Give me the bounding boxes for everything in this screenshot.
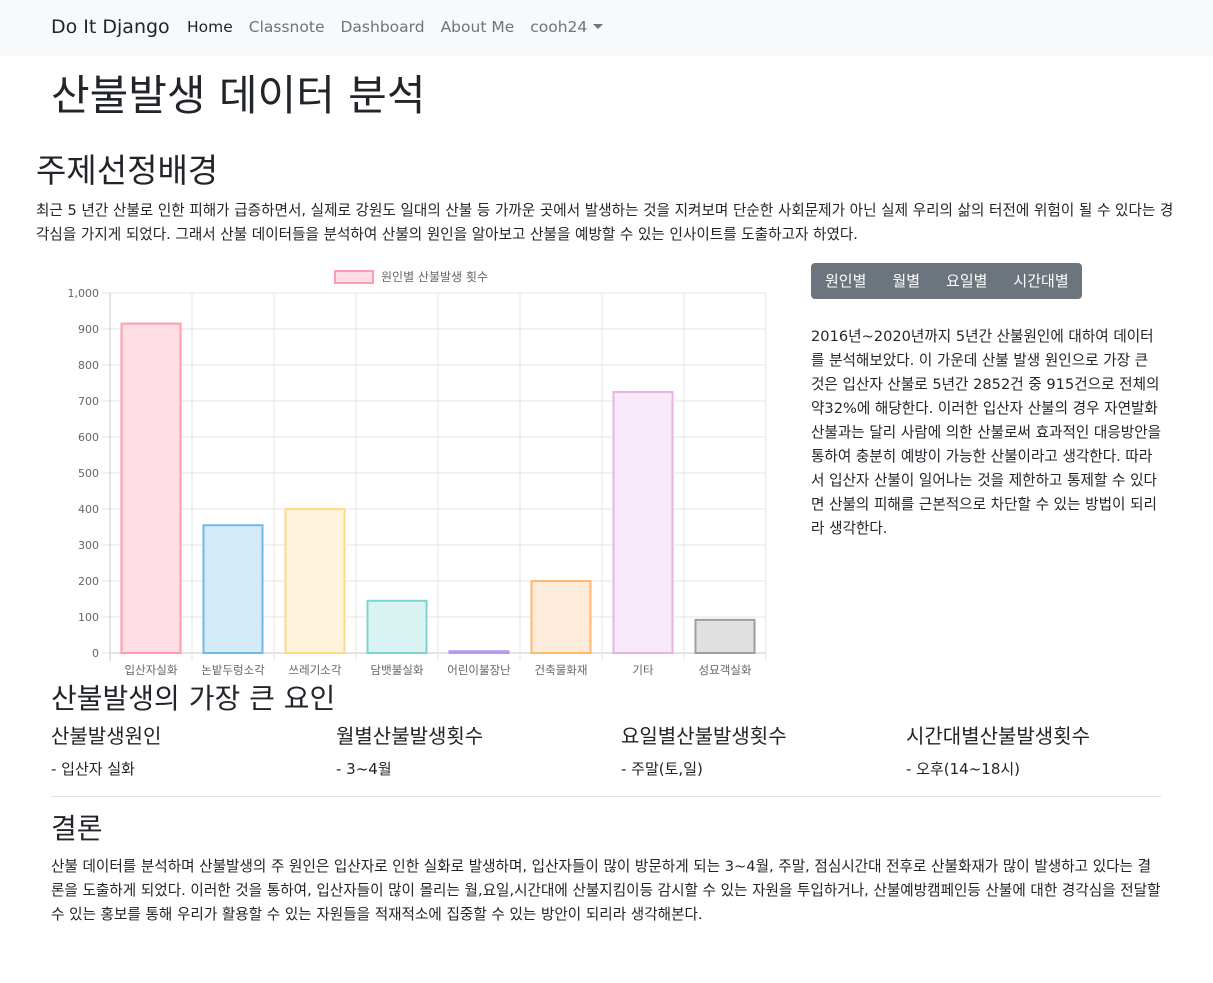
conclusion-heading: 결론: [51, 812, 103, 845]
navbar: Do It Django Home Classnote Dashboard Ab…: [0, 0, 1213, 56]
x-tick-label: 입산자실화: [125, 663, 178, 677]
user-name: cooh24: [530, 18, 588, 36]
x-tick-label: 담뱃불실화: [371, 663, 424, 677]
nav-dashboard[interactable]: Dashboard: [340, 18, 424, 36]
chart-description: 2016년~2020년까지 5년간 산불원인에 대하여 데이터를 분석해보았다.…: [811, 328, 1162, 537]
x-tick-label: 성묘객실화: [699, 663, 752, 677]
factor-month-title: 월별산불발생횟수: [336, 724, 484, 748]
caret-down-icon: [593, 24, 604, 29]
bar-6: [530, 580, 592, 654]
factor-time-title: 시간대별산불발생횟수: [906, 724, 1090, 748]
factor-cause-title: 산불발생원인: [51, 724, 162, 748]
x-tick-label: 쓰레기소각: [289, 663, 342, 677]
nav-home[interactable]: Home: [187, 18, 233, 36]
y-tick-label: 200: [78, 575, 99, 588]
y-tick-label: 900: [78, 323, 99, 336]
factor-cause-value: - 입산자 실화: [51, 760, 135, 778]
background-text: 최근 5 년간 산불로 인한 피해가 급증하면서, 실제로 강원도 일대의 산불…: [36, 202, 1174, 243]
page-title: 산불발생 데이터 분석: [51, 71, 426, 120]
conclusion-text: 산불 데이터를 분석하며 산불발생의 주 원인은 입산자로 인한 실화로 발생하…: [51, 858, 1161, 923]
bar-7: [612, 391, 674, 654]
x-tick-label: 건축물화재: [535, 663, 588, 677]
cause-bar-chart: 0 100 200 300 400 500 600 700 800 900 1,000 입산자실화 논밭…: [68, 270, 767, 677]
factor-weekday-value: - 주말(토,일): [621, 760, 703, 778]
y-tick-label: 500: [78, 467, 99, 480]
tab-month[interactable]: 월별: [879, 263, 933, 299]
y-tick-label: 1,000: [68, 287, 100, 300]
brand-link[interactable]: Do It Django: [51, 16, 170, 38]
bar-8: [694, 618, 756, 655]
legend-swatch: [334, 270, 374, 284]
factor-month-value: - 3~4월: [336, 760, 392, 778]
x-tick-label: 어린이불장난: [447, 663, 511, 677]
factors-heading: 산불발생의 가장 큰 요인: [51, 682, 336, 715]
y-tick-label: 800: [78, 359, 99, 372]
factor-weekday-title: 요일별산불발생횟수: [621, 724, 787, 748]
section-divider: [51, 796, 1161, 797]
x-tick-label: 기타: [632, 663, 654, 677]
y-tick-label: 600: [78, 431, 99, 444]
chart-tab-group: 원인별 월별 요일별 시간대별: [811, 263, 1082, 299]
nav-about-me[interactable]: About Me: [441, 18, 515, 36]
legend-label: 원인별 산불발생 횟수: [381, 270, 488, 284]
y-tick-label: 700: [78, 395, 99, 408]
bar-1: [120, 322, 182, 654]
x-tick-label: 논밭두렁소각: [201, 663, 265, 677]
y-tick-label: 400: [78, 503, 99, 516]
nav-classnote[interactable]: Classnote: [249, 18, 325, 36]
bar-2: [202, 524, 264, 655]
bar-5: [448, 650, 510, 655]
background-heading: 주제선정배경: [36, 151, 219, 190]
nav-links: Home Classnote Dashboard About Me cooh24: [187, 18, 619, 36]
bar-4: [366, 599, 428, 654]
y-tick-label: 300: [78, 539, 99, 552]
factor-time-value: - 오후(14~18시): [906, 760, 1021, 778]
tab-weekday[interactable]: 요일별: [933, 263, 1000, 299]
tab-time[interactable]: 시간대별: [1000, 263, 1081, 299]
y-tick-label: 100: [78, 611, 99, 624]
y-tick-label: 0: [92, 647, 99, 660]
user-dropdown[interactable]: cooh24: [530, 18, 604, 36]
bar-3: [284, 508, 346, 654]
tab-cause[interactable]: 원인별: [811, 263, 879, 299]
